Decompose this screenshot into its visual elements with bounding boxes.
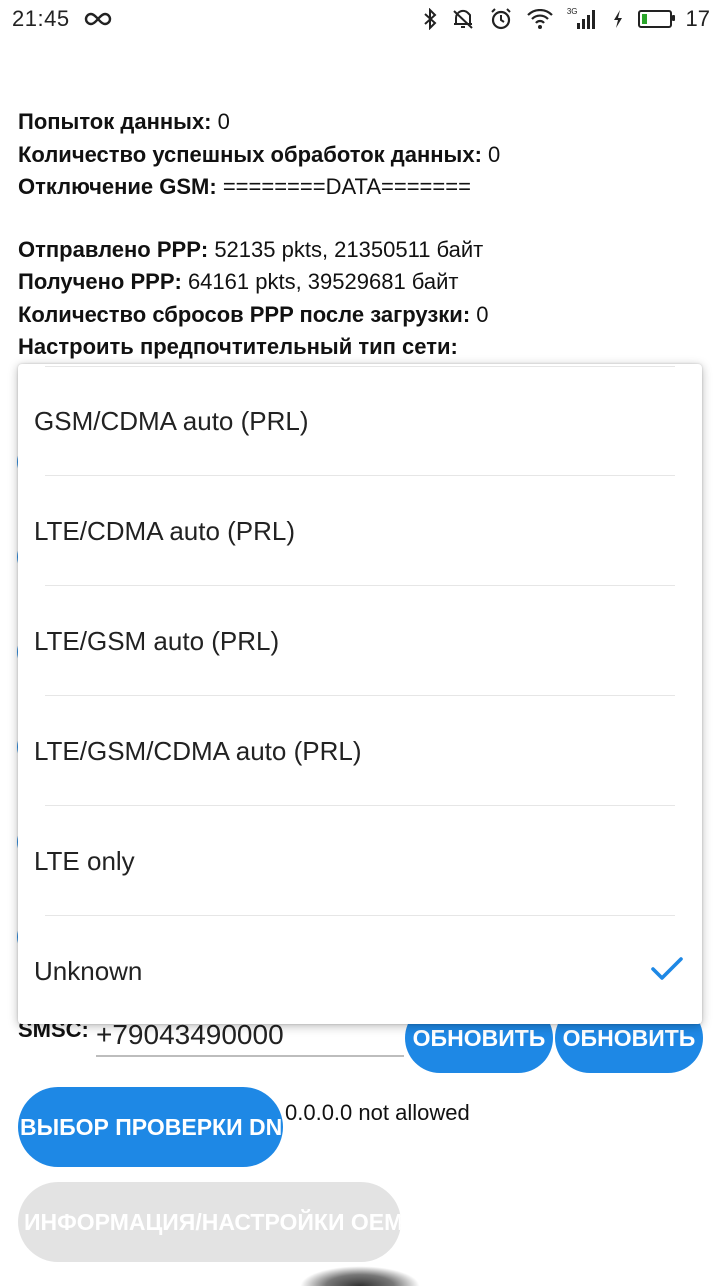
info-line-ppp-sent: Отправлено PPP: 52135 pkts, 21350511 бай… <box>18 236 484 262</box>
network-type-dropdown: GSM/CDMA auto (PRL) LTE/CDMA auto (PRL) … <box>18 364 702 1024</box>
clock: 21:45 <box>12 6 70 31</box>
dns-status-text: 0.0.0.0 not allowed <box>285 1100 470 1125</box>
oem-info-button[interactable]: ИНФОРМАЦИЯ/НАСТРОЙКИ OEM <box>18 1182 401 1262</box>
network-option-gsm-cdma-auto[interactable]: GSM/CDMA auto (PRL) <box>18 366 702 476</box>
battery-icon <box>637 10 675 28</box>
network-option-lte-cdma-auto[interactable]: LTE/CDMA auto (PRL) <box>18 476 702 586</box>
info-line-ppp-received: Получено PPP: 64161 pkts, 39529681 байт <box>18 269 459 294</box>
nav-gesture-bar <box>300 1266 420 1286</box>
info-line-data-success: Количество успешных обработок данных: 0 <box>18 141 501 167</box>
mute-icon <box>451 8 475 30</box>
network-option-lte-gsm-auto[interactable]: LTE/GSM auto (PRL) <box>18 586 702 696</box>
network-option-unknown[interactable]: Unknown <box>18 916 702 1026</box>
battery-level: 17 <box>685 6 710 31</box>
checkmark-icon <box>650 952 684 986</box>
bluetooth-icon <box>423 8 437 30</box>
info-line-data-attempts: Попыток данных: 0 <box>18 109 230 134</box>
info-line-ppp-resets: Количество сбросов PPP после загрузки: 0 <box>18 301 489 327</box>
info-line-gsm-disconnect: Отключение GSM: ========DATA======= <box>18 174 471 199</box>
charging-icon <box>612 9 624 29</box>
network-option-lte-only[interactable]: LTE only <box>18 806 702 916</box>
radio-info: Попыток данных: 0 Количество успешных об… <box>18 106 708 364</box>
wifi-icon <box>527 9 553 29</box>
info-line-preferred-network: Настроить предпочтительный тип сети: <box>18 334 458 359</box>
status-bar: 21:45 3G 17 <box>0 0 720 38</box>
alarm-icon <box>489 7 513 31</box>
dns-check-toggle-button[interactable]: ВЫБОР ПРОВЕРКИ DNS <box>18 1087 283 1167</box>
network-option-lte-gsm-cdma-auto[interactable]: LTE/GSM/CDMA auto (PRL) <box>18 696 702 806</box>
signal-icon: 3G <box>567 7 598 29</box>
infinity-icon <box>84 11 112 27</box>
